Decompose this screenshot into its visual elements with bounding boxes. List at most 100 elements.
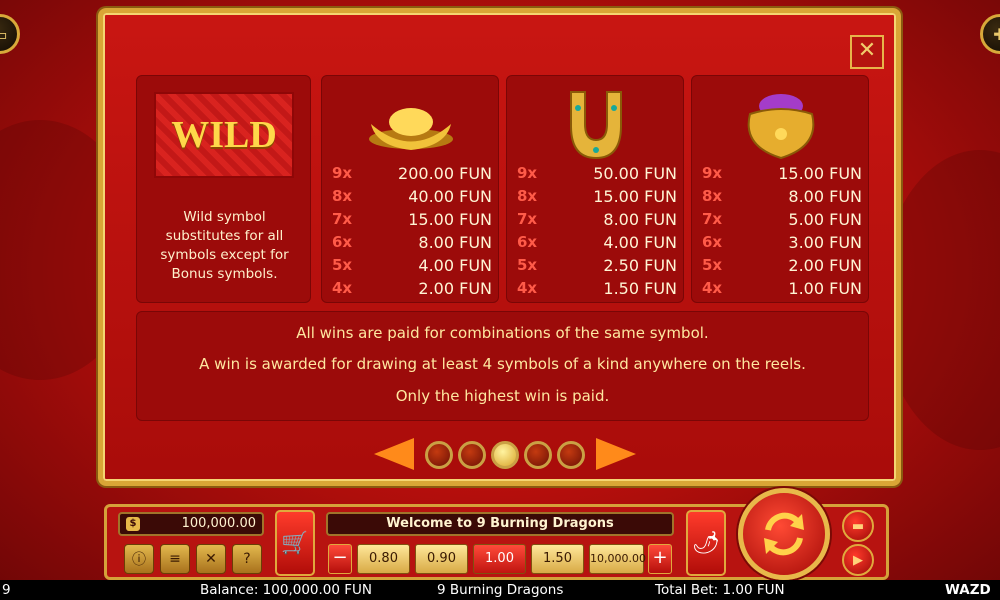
pay-value: 2.50 FUN (603, 256, 677, 275)
pay-value: 4.00 FUN (418, 256, 492, 275)
pay-count: 9x (332, 164, 353, 182)
pay-value: 5.00 FUN (788, 210, 862, 229)
paytable-panel: ✕ WILD Wild symbol substitutes for all s… (98, 8, 901, 486)
play-icon: ▶ (853, 552, 863, 568)
fullscreen-icon: ✚ (993, 24, 1000, 44)
balance-display: $ 100,000.00 (118, 512, 264, 536)
pay-count: 5x (517, 256, 538, 274)
menu-list-button[interactable]: ≡ (160, 544, 190, 574)
pay-row: 9x 50.00 FUN (517, 164, 677, 186)
hamburger-icon: ≡ (169, 551, 181, 567)
page-dot-3[interactable] (491, 441, 519, 469)
pay-value: 15.00 FUN (593, 187, 677, 206)
rule-line: A win is awarded for drawing at least 4 … (199, 355, 806, 373)
status-total-bet: Total Bet: 1.00 FUN (655, 582, 785, 598)
wild-card: WILD Wild symbol substitutes for all sym… (136, 75, 311, 303)
pay-count: 8x (332, 187, 353, 205)
pay-row: 9x 200.00 FUN (332, 164, 492, 186)
pay-value: 1.00 FUN (788, 279, 862, 298)
pay-row: 5x 4.00 FUN (332, 256, 492, 278)
status-left: 9 (2, 582, 11, 598)
symbol-card-gold-ingot: 9x 200.00 FUN 8x 40.00 FUN 7x 15.00 FUN 6x 8.00… (321, 75, 499, 303)
pay-row: 7x 8.00 FUN (517, 210, 677, 232)
cart-icon: 🛒 (281, 530, 309, 556)
pay-value: 2.00 FUN (418, 279, 492, 298)
bet-option-selected[interactable]: 1.00 (473, 544, 526, 574)
sound-button[interactable]: ✕ (196, 544, 226, 574)
turbo-button[interactable]: 🌶 (686, 510, 726, 576)
page-dot-1[interactable] (425, 441, 453, 469)
pay-value: 8.00 FUN (603, 210, 677, 229)
pay-count: 6x (517, 233, 538, 251)
wild-logo: WILD (154, 92, 294, 178)
buy-feature-button[interactable]: 🛒 (275, 510, 315, 576)
balance-value: 100,000.00 (181, 516, 256, 531)
autospin-button[interactable]: ▶ (842, 544, 874, 576)
pay-value: 15.00 FUN (408, 210, 492, 229)
bet-increase-button[interactable]: + (648, 544, 672, 574)
close-icon: ✕ (857, 38, 877, 63)
treasure-pot-icon (747, 94, 815, 160)
rule-line: Only the highest win is paid. (395, 387, 610, 405)
pay-row: 6x 8.00 FUN (332, 233, 492, 255)
pay-value: 200.00 FUN (398, 164, 492, 183)
question-icon: ? (243, 551, 251, 567)
page-dot-2[interactable] (458, 441, 486, 469)
pay-count: 7x (332, 210, 353, 228)
pay-count: 8x (517, 187, 538, 205)
next-page-arrow[interactable] (596, 438, 636, 470)
pay-value: 2.00 FUN (788, 256, 862, 275)
pay-value: 4.00 FUN (603, 233, 677, 252)
fullscreen-button[interactable]: ✚ (980, 14, 1000, 54)
pay-row: 4x 1.50 FUN (517, 279, 677, 301)
bet-option[interactable]: 10,000.00 (589, 544, 646, 574)
pay-row: 7x 15.00 FUN (332, 210, 492, 232)
pay-row: 7x 5.00 FUN (702, 210, 862, 232)
mute-icon: ✕ (205, 551, 217, 567)
spin-button[interactable] (738, 488, 830, 580)
close-button[interactable]: ✕ (850, 35, 884, 69)
menu-button[interactable]: ▭ (0, 14, 20, 54)
gold-ingot-icon (369, 108, 453, 150)
pay-count: 9x (517, 164, 538, 182)
autoplay-button[interactable]: ▬ (842, 510, 874, 542)
pay-value: 8.00 FUN (788, 187, 862, 206)
help-button[interactable]: ? (232, 544, 262, 574)
pay-row: 6x 3.00 FUN (702, 233, 862, 255)
info-button[interactable]: ⓘ (124, 544, 154, 574)
pay-value: 8.00 FUN (418, 233, 492, 252)
spin-arrows-icon (764, 512, 804, 556)
pay-value: 3.00 FUN (788, 233, 862, 252)
pay-count: 7x (517, 210, 538, 228)
bet-option[interactable]: 1.50 (531, 544, 584, 574)
pay-row: 4x 2.00 FUN (332, 279, 492, 301)
status-game-title: 9 Burning Dragons (437, 582, 564, 598)
pay-count: 8x (702, 187, 723, 205)
page-dot-5[interactable] (557, 441, 585, 469)
pay-row: 5x 2.50 FUN (517, 256, 677, 278)
rule-line: All wins are paid for combinations of th… (296, 324, 709, 342)
bet-decrease-button[interactable]: − (328, 544, 352, 574)
pay-count: 6x (702, 233, 723, 251)
pay-count: 4x (702, 279, 723, 297)
pay-row: 8x 40.00 FUN (332, 187, 492, 209)
horseshoe-icon (570, 91, 622, 160)
pay-value: 40.00 FUN (408, 187, 492, 206)
status-balance: Balance: 100,000.00 FUN (200, 582, 373, 598)
page-dot-4[interactable] (524, 441, 552, 469)
symbol-card-horseshoe: 9x 50.00 FUN 8x 15.00 FUN 7x 8.00 FUN 6x 4.00 F… (506, 75, 684, 303)
bet-option[interactable]: 0.90 (415, 544, 468, 574)
pay-count: 5x (702, 256, 723, 274)
pay-value: 15.00 FUN (778, 164, 862, 183)
bet-option[interactable]: 0.80 (357, 544, 410, 574)
previous-page-arrow[interactable] (374, 438, 414, 470)
welcome-message: Welcome to 9 Burning Dragons (326, 512, 674, 536)
menu-icon: ▭ (0, 25, 8, 44)
pay-count: 9x (702, 164, 723, 182)
pay-count: 6x (332, 233, 353, 251)
pay-row: 5x 2.00 FUN (702, 256, 862, 278)
brand-logo: WAZD (945, 582, 991, 598)
pay-count: 4x (517, 279, 538, 297)
pay-value: 1.50 FUN (603, 279, 677, 298)
pay-row: 6x 4.00 FUN (517, 233, 677, 255)
